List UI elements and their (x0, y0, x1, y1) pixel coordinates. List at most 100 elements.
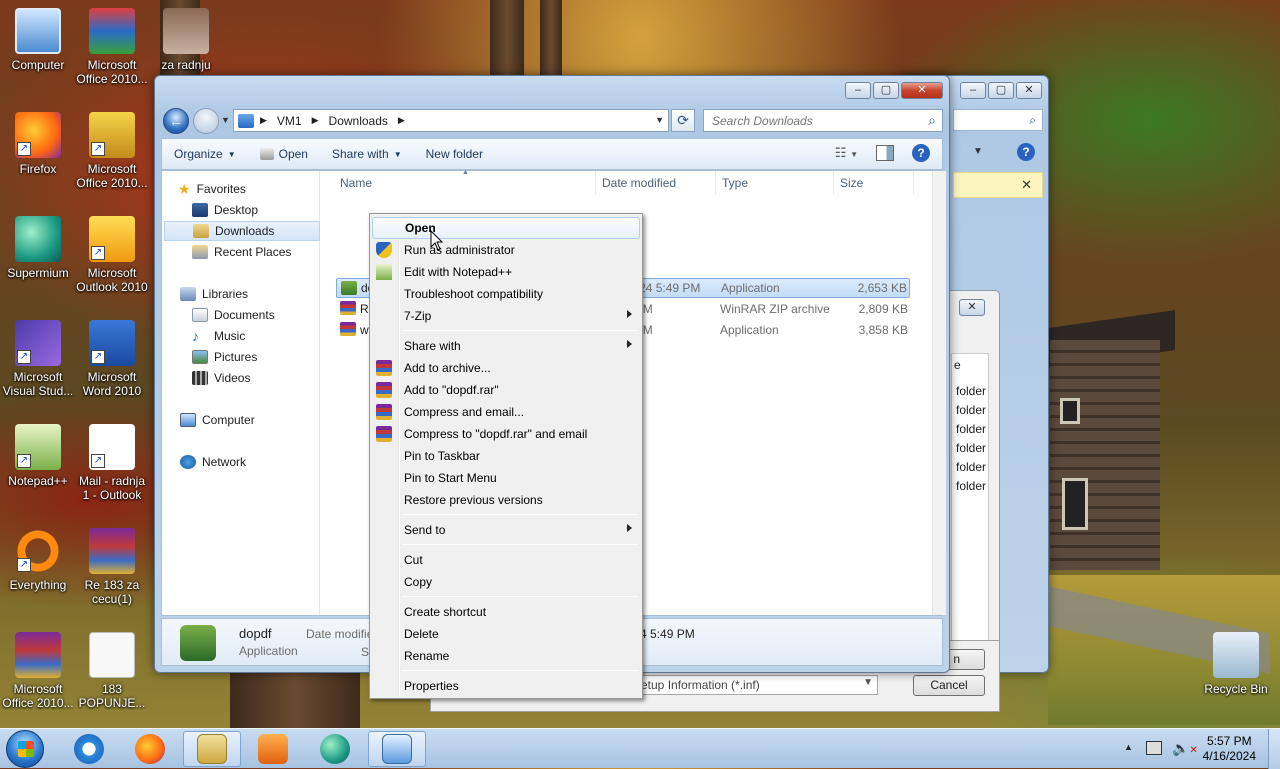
taskbar-windows-explorer[interactable] (183, 731, 241, 767)
taskbar-internet-explorer[interactable] (60, 731, 118, 767)
nav-recent-places[interactable]: Recent Places (192, 242, 348, 262)
column-header-size[interactable]: Size (834, 171, 914, 195)
nav-libraries[interactable]: Libraries (180, 284, 336, 304)
maximize-button[interactable]: ▢ (873, 82, 899, 99)
start-button[interactable] (6, 730, 44, 768)
menu-item-7zip[interactable]: 7-Zip (372, 305, 640, 327)
menu-item-open[interactable]: Open (372, 217, 640, 239)
show-hidden-icons[interactable]: ▲ (1124, 742, 1133, 752)
taskbar-media-player[interactable] (244, 731, 302, 767)
maximize-button[interactable]: ▢ (988, 82, 1014, 99)
desktop-icon-re-183[interactable]: Re 183 za cecu(1) (74, 528, 150, 606)
search-input[interactable] (710, 111, 910, 130)
dialog-close-button[interactable]: ✕ (959, 299, 985, 316)
desktop-icon-firefox[interactable]: ↗ Firefox (0, 112, 76, 176)
chevron-down-icon[interactable]: ▼ (973, 146, 983, 157)
desktop-icon-supermium[interactable]: Supermium (0, 216, 76, 280)
share-with-button[interactable]: Share with ▼ (320, 147, 414, 161)
network-icon[interactable] (1146, 741, 1162, 755)
open-button[interactable]: Open (248, 147, 320, 161)
menu-item-troubleshoot[interactable]: Troubleshoot compatibility (372, 283, 640, 305)
preview-pane-icon[interactable] (876, 145, 894, 161)
nav-downloads[interactable]: Downloads (164, 221, 320, 241)
list-item[interactable]: folder (956, 441, 986, 455)
menu-item-delete[interactable]: Delete (372, 623, 640, 645)
forward-button[interactable] (193, 108, 219, 134)
nav-documents[interactable]: Documents (192, 305, 348, 325)
menu-item-copy[interactable]: Copy (372, 571, 640, 593)
organize-button[interactable]: Organize ▼ (162, 147, 248, 161)
help-icon[interactable]: ? (912, 144, 930, 162)
menu-item-rename[interactable]: Rename (372, 645, 640, 667)
desktop-icon-za-radnju[interactable]: za radnju (148, 8, 224, 72)
nav-desktop[interactable]: Desktop (192, 200, 348, 220)
nav-videos[interactable]: Videos (192, 368, 348, 388)
close-icon[interactable]: ✕ (1021, 177, 1032, 193)
minimize-button[interactable]: – (960, 82, 986, 99)
list-item[interactable]: folder (956, 403, 986, 417)
desktop-icon-visual-studio[interactable]: ↗ Microsoft Visual Stud... (0, 320, 76, 398)
list-item[interactable]: folder (956, 479, 986, 493)
address-dropdown-icon[interactable]: ▼ (655, 115, 664, 125)
close-button[interactable]: ✕ (901, 82, 943, 99)
taskbar-supermium[interactable] (306, 731, 364, 767)
menu-item-share-with[interactable]: Share with (372, 335, 640, 357)
desktop-icon-outlook[interactable]: ↗ Microsoft Outlook 2010 (74, 216, 150, 294)
chevron-right-icon[interactable]: ▶ (398, 115, 405, 126)
list-item[interactable]: folder (956, 460, 986, 474)
desktop-icon-183-popunje[interactable]: 183 POPUNJE... (74, 632, 150, 710)
taskbar-control-panel[interactable] (368, 731, 426, 767)
menu-item-pin-start[interactable]: Pin to Start Menu (372, 467, 640, 489)
file-type-select[interactable]: etup Information (*.inf) ▼ (636, 675, 878, 695)
desktop-icon-office-3[interactable]: Microsoft Office 2010... (0, 632, 76, 710)
desktop-icon-mail[interactable]: ↗ Mail - radnja 1 - Outlook (74, 424, 150, 502)
chevron-right-icon[interactable]: ▶ (260, 115, 267, 126)
column-header-type[interactable]: Type (716, 171, 834, 195)
menu-item-run-as-admin[interactable]: Run as administrator (372, 239, 640, 261)
desktop-icon-office[interactable]: Microsoft Office 2010... (74, 8, 150, 86)
menu-item-properties[interactable]: Properties (372, 675, 640, 697)
breadcrumb-vm1[interactable]: VM1 (277, 114, 302, 128)
desktop-icon-computer[interactable]: Computer (0, 8, 76, 72)
menu-item-cut[interactable]: Cut (372, 549, 640, 571)
nav-network[interactable]: Network (180, 452, 336, 472)
desktop-icon-word[interactable]: ↗ Microsoft Word 2010 (74, 320, 150, 398)
back-button[interactable]: ← (163, 108, 189, 134)
menu-item-add-to-rar[interactable]: Add to "dopdf.rar" (372, 379, 640, 401)
menu-item-compress-email[interactable]: Compress and email... (372, 401, 640, 423)
view-options-icon[interactable]: ☷ ▼ (835, 145, 858, 161)
desktop-icon-everything[interactable]: ↗ Everything (0, 528, 76, 592)
address-bar[interactable]: ▶ VM1 ▶ Downloads ▶ ▼ (233, 109, 669, 132)
menu-item-send-to[interactable]: Send to (372, 519, 640, 541)
system-clock[interactable]: 5:57 PM 4/16/2024 (1203, 734, 1256, 764)
desktop-icon-office-2[interactable]: ↗ Microsoft Office 2010... (74, 112, 150, 190)
taskbar-firefox[interactable] (121, 731, 179, 767)
menu-item-restore-versions[interactable]: Restore previous versions (372, 489, 640, 511)
column-header-name[interactable]: Name ▲ (334, 169, 596, 195)
menu-item-create-shortcut[interactable]: Create shortcut (372, 601, 640, 623)
new-folder-button[interactable]: New folder (414, 147, 495, 161)
close-button[interactable]: ✕ (1016, 82, 1042, 99)
nav-favorites[interactable]: ★ Favorites (178, 179, 334, 199)
menu-item-pin-taskbar[interactable]: Pin to Taskbar (372, 445, 640, 467)
nav-computer[interactable]: Computer (180, 410, 336, 430)
breadcrumb-downloads[interactable]: Downloads (329, 114, 388, 128)
minimize-button[interactable]: – (845, 82, 871, 99)
refresh-button[interactable]: ⟳ (671, 109, 695, 132)
desktop-icon-notepadpp[interactable]: ↗ Notepad++ (0, 424, 76, 488)
volume-muted-icon[interactable]: 🔈✕ (1172, 740, 1198, 757)
chevron-right-icon[interactable]: ▶ (312, 115, 319, 126)
cancel-button[interactable]: Cancel (913, 675, 985, 696)
vertical-scrollbar[interactable] (932, 171, 946, 615)
column-header-date[interactable]: Date modified (596, 171, 716, 195)
menu-item-compress-rar-email[interactable]: Compress to "dopdf.rar" and email (372, 423, 640, 445)
list-item[interactable]: folder (956, 384, 986, 398)
nav-pictures[interactable]: Pictures (192, 347, 348, 367)
list-item[interactable]: folder (956, 422, 986, 436)
menu-item-edit-notepadpp[interactable]: Edit with Notepad++ (372, 261, 640, 283)
nav-music[interactable]: ♪ Music (192, 326, 348, 346)
recent-pages-dropdown[interactable]: ▼ (221, 115, 230, 125)
menu-item-add-to-archive[interactable]: Add to archive... (372, 357, 640, 379)
help-icon[interactable]: ? (1017, 143, 1035, 161)
search-box[interactable]: ⌕ (953, 109, 1043, 131)
